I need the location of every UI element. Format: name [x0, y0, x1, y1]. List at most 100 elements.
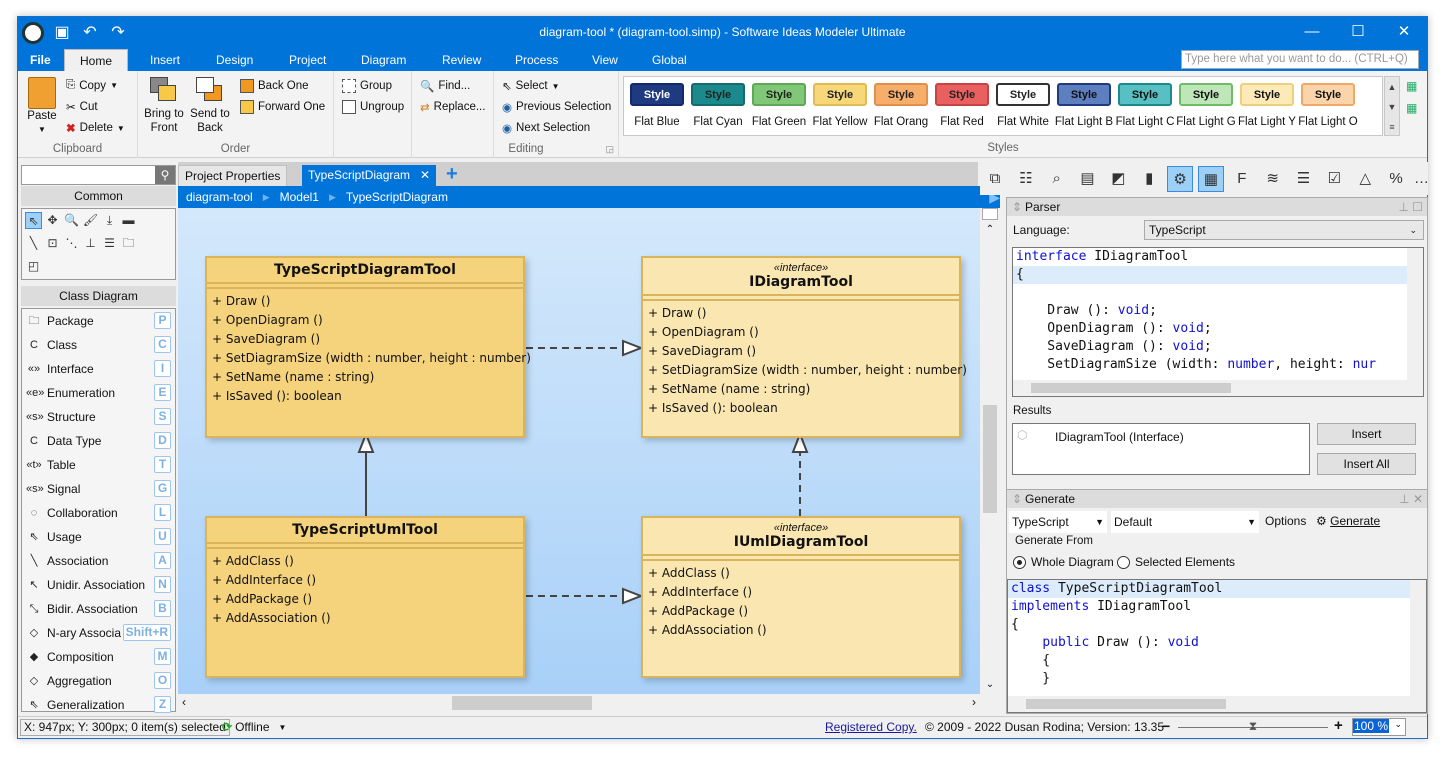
- style-swatch[interactable]: Style: [935, 83, 989, 106]
- generate-code-editor[interactable]: class TypeScriptDiagramTool implements ID…: [1007, 579, 1427, 713]
- operation[interactable]: + AddInterface (): [648, 583, 954, 602]
- forward-one-button[interactable]: Forward One: [240, 100, 325, 114]
- common-tool-icon[interactable]: ⋱: [63, 235, 80, 252]
- breadcrumb-item-project[interactable]: diagram-tool: [186, 190, 253, 204]
- inspect-icon[interactable]: ⌕: [1044, 166, 1070, 192]
- tab-diagram[interactable]: Diagram: [353, 49, 414, 71]
- toolbox-item[interactable]: «s» Structure S: [22, 405, 175, 429]
- toolbox-item[interactable]: ◌ Collaboration L: [22, 501, 175, 525]
- cut-button[interactable]: ✂ Cut: [66, 100, 98, 114]
- toolbox-item[interactable]: «s» Signal G: [22, 477, 175, 501]
- toolbox-search-input[interactable]: ⚲: [21, 165, 176, 185]
- replace-button[interactable]: ⇄ Replace...: [420, 100, 485, 114]
- next-selection-button[interactable]: ◉ Next Selection: [502, 121, 590, 135]
- list-icon[interactable]: ☰: [1291, 166, 1317, 192]
- ungroup-button[interactable]: Ungroup: [342, 100, 404, 114]
- zoom-in-button[interactable]: +: [1334, 717, 1343, 734]
- language-select[interactable]: TypeScript ⌄: [1144, 220, 1424, 240]
- operation[interactable]: + OpenDiagram (): [648, 323, 954, 342]
- class-typescript-diagram-tool[interactable]: TypeScriptDiagramTool + Draw () + OpenDiag…: [205, 256, 531, 438]
- breadcrumb-item-model[interactable]: Model1: [280, 190, 319, 204]
- layers-icon[interactable]: ≋: [1260, 166, 1286, 192]
- operation[interactable]: + IsSaved (): boolean: [648, 399, 954, 418]
- tab-home[interactable]: Home: [64, 49, 128, 71]
- code-horizontal-scrollbar[interactable]: [1008, 696, 1410, 712]
- common-tool-icon[interactable]: 🖌: [82, 212, 99, 229]
- tab-insert[interactable]: Insert: [142, 49, 188, 71]
- operation[interactable]: + AddInterface (): [212, 571, 518, 590]
- parser-code-editor[interactable]: interface IDiagramTool { Draw (): void; O…: [1012, 247, 1424, 397]
- class-diagram-section-header[interactable]: Class Diagram: [21, 286, 176, 306]
- scroll-up-icon[interactable]: ⌃: [980, 224, 1000, 235]
- collapse-icon[interactable]: ⇕: [1012, 490, 1022, 508]
- close-button[interactable]: ✕: [1381, 17, 1427, 47]
- delete-button[interactable]: ✖ Delete ▼: [66, 121, 125, 135]
- search-icon[interactable]: ⚲: [155, 166, 175, 184]
- operation[interactable]: + SaveDiagram (): [648, 342, 954, 361]
- scroll-right-icon[interactable]: ›: [972, 695, 976, 709]
- operation[interactable]: + AddPackage (): [212, 590, 518, 609]
- previous-selection-button[interactable]: ◉ Previous Selection: [502, 100, 611, 114]
- style-swatch[interactable]: Style: [1118, 83, 1172, 106]
- style-swatch[interactable]: Style: [630, 83, 684, 106]
- style-swatch[interactable]: Style: [996, 83, 1050, 106]
- tab-design[interactable]: Design: [208, 49, 261, 71]
- operation[interactable]: + AddAssociation (): [212, 609, 518, 628]
- scroll-down-icon[interactable]: ⌄: [980, 679, 1000, 690]
- connection-status[interactable]: ⟳ Offline ▼: [222, 720, 286, 734]
- copy-button[interactable]: ⎘ Copy ▼: [66, 79, 118, 92]
- toolbox-item[interactable]: «e» Enumeration E: [22, 381, 175, 405]
- toolbox-item[interactable]: ◇ Aggregation O: [22, 669, 175, 693]
- dialog-launcher-icon[interactable]: ◲: [605, 144, 614, 155]
- template-select[interactable]: Default ▼: [1111, 511, 1259, 533]
- hierarchy-icon[interactable]: ☷: [1013, 166, 1039, 192]
- collapse-icon[interactable]: ⇕: [1012, 198, 1022, 216]
- tab-file[interactable]: File: [22, 49, 59, 71]
- code-generator-icon[interactable]: ▦: [1198, 165, 1224, 192]
- insert-all-button[interactable]: Insert All: [1317, 453, 1416, 475]
- zoom-level-select[interactable]: 100 % ⌄: [1352, 718, 1406, 736]
- common-tool-icon[interactable]: ⤓: [101, 212, 118, 229]
- send-to-back-button[interactable]: Send to Back: [188, 77, 232, 135]
- operation[interactable]: + Draw (): [648, 304, 954, 323]
- common-tool-icon[interactable]: 🗀: [120, 235, 137, 252]
- operation[interactable]: + AddClass (): [212, 552, 518, 571]
- style-swatch[interactable]: Style: [1301, 83, 1355, 106]
- pin-close-icon[interactable]: ⊥ ✕: [1399, 490, 1423, 508]
- generate-button[interactable]: ⚙ Generate: [1316, 514, 1380, 528]
- operation[interactable]: + SetDiagramSize (width : number, height…: [212, 349, 531, 368]
- common-tool-icon[interactable]: ☰: [101, 235, 118, 252]
- zoom-out-button[interactable]: −: [1162, 718, 1170, 734]
- back-one-button[interactable]: Back One: [240, 79, 309, 93]
- common-section-header[interactable]: Common: [21, 186, 176, 206]
- checklist-icon[interactable]: ☑: [1321, 166, 1347, 192]
- operation[interactable]: + SaveDiagram (): [212, 330, 518, 349]
- style-swatch[interactable]: Style: [813, 83, 867, 106]
- common-tool-icon[interactable]: ╲: [25, 235, 42, 252]
- pencils-icon[interactable]: ▮: [1136, 166, 1162, 192]
- insert-button[interactable]: Insert: [1317, 423, 1416, 445]
- common-tool-icon[interactable]: ▬: [120, 212, 137, 229]
- minimize-button[interactable]: —: [1289, 17, 1335, 47]
- common-tool-icon[interactable]: ⇖: [25, 212, 42, 229]
- common-tool-icon[interactable]: ✥: [44, 212, 61, 229]
- generate-language-select[interactable]: TypeScript ▼: [1009, 511, 1107, 533]
- diagram-canvas[interactable]: TypeScriptDiagramTool + Draw () + OpenDiag…: [178, 208, 980, 694]
- operation[interactable]: + AddClass (): [648, 564, 954, 583]
- toolbox-item[interactable]: «t» Table T: [22, 453, 175, 477]
- tab-typescript-diagram[interactable]: TypeScriptDiagram ✕: [302, 165, 437, 186]
- registered-copy-link[interactable]: Registered Copy.: [825, 720, 917, 734]
- tab-global[interactable]: Global: [644, 49, 695, 71]
- code-horizontal-scrollbar[interactable]: [1013, 380, 1407, 396]
- tag-icon[interactable]: ◩: [1105, 166, 1131, 192]
- code-vertical-scrollbar[interactable]: [1410, 580, 1426, 712]
- code-vertical-scrollbar[interactable]: [1407, 248, 1423, 396]
- bring-to-front-button[interactable]: Bring to Front: [142, 77, 186, 135]
- toolbox-item[interactable]: ⇖ Generalization Z: [22, 693, 175, 717]
- toolbox-item[interactable]: ╲ Association A: [22, 549, 175, 573]
- common-tool-icon[interactable]: ⊡: [44, 235, 61, 252]
- tab-project-properties[interactable]: Project Properties: [178, 165, 288, 186]
- result-item[interactable]: IDiagramTool (Interface): [1055, 430, 1184, 444]
- command-search-input[interactable]: Type here what you want to do... (CTRL+Q…: [1181, 50, 1419, 69]
- toolbox-item[interactable]: ⇖ Usage U: [22, 525, 175, 549]
